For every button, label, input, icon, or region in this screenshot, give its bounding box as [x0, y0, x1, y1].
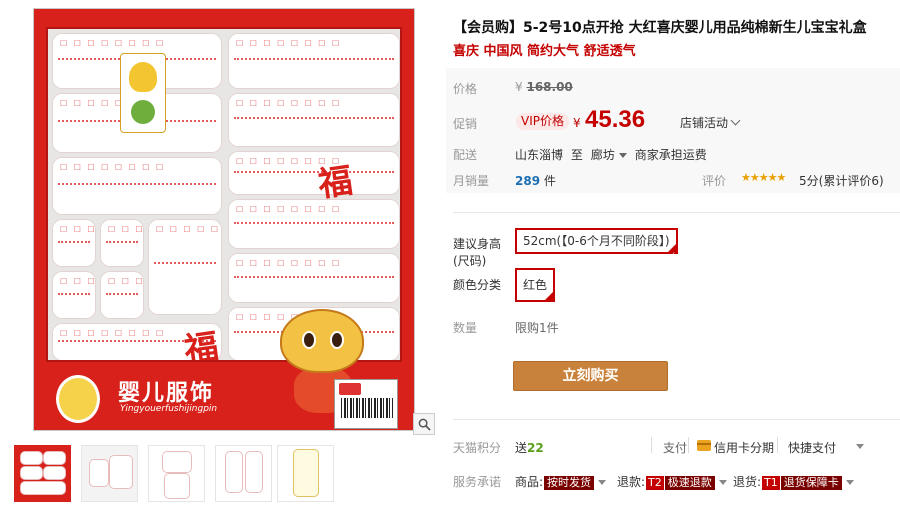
- monthly-sales: 289 件: [515, 172, 556, 189]
- payment-label: 支付: [663, 441, 688, 455]
- shipping-label: 配送: [453, 148, 478, 162]
- thumbnail-3[interactable]: [148, 445, 205, 502]
- buy-now-button[interactable]: 立刻购买: [513, 361, 668, 391]
- brand-subtitle: Yingyouerfushijingpin: [120, 404, 218, 414]
- vip-price-badge: VIP价格: [516, 113, 569, 130]
- promo-price-value: 45.36: [585, 106, 646, 133]
- monthly-sales-count: 289: [515, 174, 541, 188]
- service-prefix: 商品:: [515, 475, 544, 489]
- service-badge: 极速退款: [664, 476, 715, 490]
- brand-logo-chick: [56, 375, 100, 423]
- ship-to-word: 至: [570, 148, 583, 162]
- divider: [453, 419, 900, 420]
- service-label: 服务承诺: [453, 475, 502, 489]
- zoom-icon[interactable]: [413, 413, 435, 435]
- service-prefix: 退货:: [733, 475, 762, 489]
- points-number: 22: [527, 441, 544, 455]
- product-page: 福 福 婴儿服饰 Yingyouerfushijingpin: [0, 0, 900, 516]
- price-label: 价格: [453, 82, 478, 96]
- currency-symbol: ¥: [515, 80, 523, 94]
- chevron-down-icon: [730, 115, 741, 126]
- store-promo-label: 店铺活动: [680, 116, 729, 130]
- quick-pay-link[interactable]: 快捷支付: [788, 439, 836, 456]
- thumbnail-4[interactable]: [215, 445, 272, 502]
- hat: [148, 219, 222, 315]
- mitten: [100, 219, 144, 267]
- rating-stars: ★★★★★: [741, 171, 786, 184]
- service-badge: 退货保障卡: [780, 476, 842, 490]
- color-option-label: 颜色分类: [453, 278, 502, 292]
- product-title: 【会员购】5-2号10点开抢 大红喜庆婴儿用品纯棉新生儿宝宝礼盒: [453, 20, 867, 36]
- garment-piece: [228, 253, 400, 303]
- quantity-limit: 限购1件: [515, 321, 559, 335]
- dropdown-arrow-icon: [845, 480, 854, 485]
- fu-character: 福: [181, 326, 222, 362]
- store-promo-dropdown[interactable]: 店铺活动: [680, 114, 741, 131]
- height-option-52cm[interactable]: 52cm(【0-6个月不同阶段】): [515, 228, 678, 266]
- points-label: 天猫积分: [453, 441, 502, 455]
- brand-name: 婴儿服饰: [118, 380, 215, 406]
- monthly-sales-label: 月销量: [453, 174, 490, 188]
- separator: [688, 437, 689, 453]
- separator: [777, 437, 778, 453]
- credit-card-icon: [697, 440, 711, 451]
- ship-to-location[interactable]: 廊坊: [591, 148, 615, 162]
- promo-label: 促销: [453, 117, 478, 131]
- garment-piece: [228, 33, 400, 89]
- barcode-label: [334, 379, 398, 429]
- service-prefix: 退款:: [617, 475, 646, 489]
- mitten: [52, 219, 96, 267]
- monthly-sales-unit: 件: [543, 174, 556, 188]
- points-prefix: 送: [515, 441, 528, 455]
- credit-installment-link[interactable]: 信用卡分期: [714, 439, 774, 456]
- original-price-value: 168.00: [526, 80, 573, 94]
- garment-piece: [228, 199, 400, 249]
- shipping-info: 山东淄博 至 廊坊 商家承担运费: [515, 146, 707, 163]
- service-item-return[interactable]: 退货: T1 退货保障卡: [733, 473, 854, 490]
- chevron-down-icon[interactable]: [856, 444, 864, 449]
- quantity-label: 数量: [453, 321, 478, 335]
- shipping-fee: 商家承担运费: [634, 148, 707, 162]
- fu-character: 福: [315, 160, 356, 206]
- original-price: ¥ 168.00: [515, 80, 573, 94]
- sock: [100, 271, 144, 319]
- product-subtitle: 喜庆 中国风 简约大气 舒适透气: [453, 44, 636, 59]
- service-item-refund[interactable]: 退款: T2 极速退款: [617, 473, 727, 490]
- height-option-label: 建议身高(尺码): [453, 237, 502, 268]
- product-tag: [120, 53, 166, 133]
- service-tag: T2: [646, 476, 664, 490]
- divider: [453, 212, 900, 213]
- promo-currency: ¥: [573, 116, 581, 130]
- dropdown-arrow-icon[interactable]: [618, 153, 627, 158]
- garment-piece: [52, 157, 222, 215]
- main-product-image[interactable]: 福 福 婴儿服饰 Yingyouerfushijingpin: [33, 8, 415, 431]
- garment-piece: [228, 93, 400, 147]
- height-option-text: 52cm(【0-6个月不同阶段】): [523, 234, 670, 248]
- service-tag: T1: [762, 476, 780, 490]
- dropdown-arrow-icon: [598, 480, 607, 485]
- rating-summary[interactable]: 5分(累计评价6): [799, 172, 884, 189]
- color-option-red[interactable]: 红色: [515, 268, 556, 322]
- color-option-text: 红色: [523, 278, 548, 292]
- points-value: 送22: [515, 439, 544, 456]
- ship-from: 山东淄博: [515, 148, 564, 162]
- thumbnail-5[interactable]: [277, 445, 334, 502]
- rating-label: 评价: [702, 174, 727, 188]
- check-icon: [544, 291, 555, 322]
- service-badge: 按时发货: [544, 476, 595, 490]
- check-icon: [666, 243, 677, 266]
- thumbnail-1[interactable]: [14, 445, 71, 502]
- dropdown-arrow-icon: [718, 480, 727, 485]
- separator: [651, 437, 652, 453]
- sock: [52, 271, 96, 319]
- service-item-shipping[interactable]: 商品: 按时发货: [515, 473, 607, 490]
- thumbnail-2[interactable]: [81, 445, 138, 502]
